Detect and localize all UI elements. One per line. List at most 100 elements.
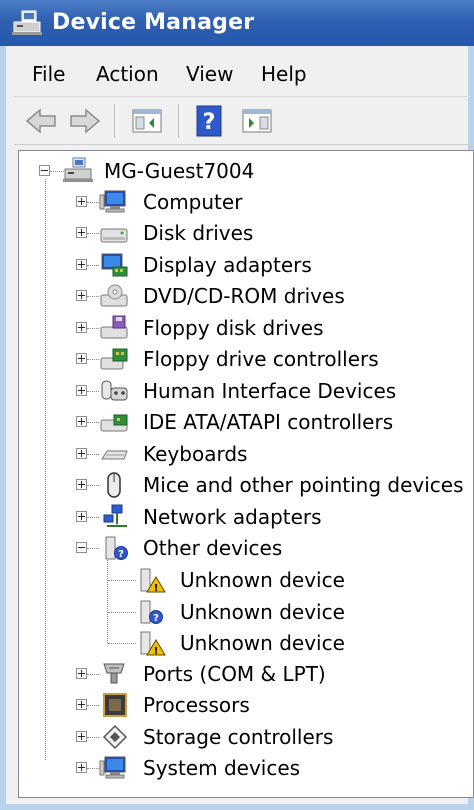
disk-drive-icon (100, 228, 128, 243)
expand-toggle-storage-controllers[interactable] (76, 731, 87, 742)
tree-item-display-adapters[interactable]: Display adapters (143, 253, 312, 277)
mouse-icon (107, 472, 121, 498)
tree-connector (87, 328, 99, 329)
expand-toggle-ports[interactable] (76, 668, 87, 679)
tree-connector (87, 233, 99, 234)
tree-item-unknown-device[interactable]: Unknown device (180, 600, 345, 624)
title-bar[interactable]: Device Manager (0, 0, 474, 46)
expand-toggle-system-devices[interactable] (76, 762, 87, 773)
tree-connector (87, 517, 99, 518)
tree-item-unknown-device[interactable]: Unknown device (180, 631, 345, 655)
root-collapse-toggle[interactable] (39, 165, 50, 176)
toolbar-separator (178, 104, 182, 138)
svg-text:!: ! (154, 583, 159, 593)
tree-connector (87, 485, 99, 486)
network-adapter-icon (103, 504, 127, 527)
tree-connector (45, 179, 46, 760)
unknown-device-warning-icon: ! (140, 631, 166, 656)
tree-item-floppy-disk-drives[interactable]: Floppy disk drives (143, 316, 324, 340)
tree-item-mice-and-pointing-devices[interactable]: Mice and other pointing devices (143, 473, 464, 497)
tree-item-ide-ata-atapi-controllers[interactable]: IDE ATA/ATAPI controllers (143, 410, 393, 434)
display-adapter-icon (101, 253, 128, 277)
ide-controller-icon (100, 414, 128, 432)
hid-icon (101, 380, 128, 401)
tree-connector (87, 768, 99, 769)
tree-connector (87, 296, 99, 297)
storage-controller-icon (102, 724, 128, 750)
svg-text:!: ! (154, 646, 159, 656)
menu-file[interactable]: File (28, 60, 69, 88)
menu-view[interactable]: View (182, 60, 237, 88)
tree-item-ports-com-lpt[interactable]: Ports (COM & LPT) (143, 662, 326, 686)
computer-icon (99, 190, 126, 213)
svg-text:?: ? (153, 613, 159, 624)
toolbar-separator (114, 104, 118, 138)
floppy-controller-icon (100, 348, 128, 370)
tree-connector (87, 391, 99, 392)
expand-toggle-floppy-disk-drives[interactable] (76, 322, 87, 333)
menu-help[interactable]: Help (257, 60, 311, 88)
tree-item-disk-drives[interactable]: Disk drives (143, 221, 253, 245)
tree-connector (87, 454, 99, 455)
processor-icon (103, 693, 127, 717)
tree-item-human-interface-devices[interactable]: Human Interface Devices (143, 379, 396, 403)
expand-toggle-disk-drives[interactable] (76, 227, 87, 238)
unknown-device-question-icon: ? (140, 600, 163, 624)
tree-connector (87, 202, 99, 203)
svg-text:?: ? (118, 549, 124, 560)
tree-root-label[interactable]: MG-Guest7004 (104, 159, 254, 183)
collapse-toggle-other-devices[interactable] (76, 542, 87, 553)
help-icon[interactable]: ? (192, 104, 226, 138)
show-hide-console-tree-icon[interactable] (130, 104, 164, 138)
tree-item-dvd-cd-rom-drives[interactable]: DVD/CD-ROM drives (143, 284, 345, 308)
tree-item-processors[interactable]: Processors (143, 693, 250, 717)
menu-action[interactable]: Action (92, 60, 163, 88)
expand-toggle-mice[interactable] (76, 479, 87, 490)
menu-bar: File Action View Help (14, 52, 470, 97)
expand-toggle-floppy-controllers[interactable] (76, 353, 87, 364)
action-pane-icon[interactable] (240, 104, 274, 138)
tree-item-keyboards[interactable]: Keyboards (143, 442, 247, 466)
tree-connector (87, 737, 99, 738)
device-manager-app-icon (12, 10, 42, 35)
tree-connector (87, 359, 99, 360)
tree-item-computer[interactable]: Computer (143, 190, 242, 214)
expand-toggle-keyboards[interactable] (76, 448, 87, 459)
tree-item-system-devices[interactable]: System devices (143, 756, 300, 780)
tree-item-floppy-drive-controllers[interactable]: Floppy drive controllers (143, 347, 379, 371)
window-title: Device Manager (52, 10, 255, 35)
tree-connector (108, 612, 136, 613)
forward-arrow-icon[interactable] (68, 104, 102, 138)
tree-item-other-devices[interactable]: Other devices (143, 536, 282, 560)
expand-toggle-processors[interactable] (76, 699, 87, 710)
tree-connector (87, 548, 99, 549)
tree-item-unknown-device[interactable]: Unknown device (180, 568, 345, 592)
dvd-drive-icon (100, 284, 128, 307)
tree-connector (50, 171, 64, 172)
floppy-drive-icon (100, 315, 128, 339)
tree-connector (107, 558, 108, 643)
expand-toggle-dvd-drives[interactable] (76, 290, 87, 301)
expand-toggle-network-adapters[interactable] (76, 511, 87, 522)
expand-toggle-display-adapters[interactable] (76, 259, 87, 270)
tree-connector (87, 265, 99, 266)
computer-network-icon (63, 157, 93, 182)
expand-toggle-ide-controllers[interactable] (76, 416, 87, 427)
device-manager-window: Device Manager File Action View Help ? M… (0, 0, 474, 810)
toolbar: ? (14, 98, 470, 145)
keyboard-icon (101, 450, 128, 460)
help-glyph: ? (203, 110, 216, 135)
tree-connector (87, 674, 99, 675)
tree-connector (87, 705, 99, 706)
device-tree: MG-Guest7004 Computer Disk drives Displa… (18, 150, 474, 798)
expand-toggle-computer[interactable] (76, 196, 87, 207)
tree-item-storage-controllers[interactable]: Storage controllers (143, 725, 333, 749)
tree-item-network-adapters[interactable]: Network adapters (143, 505, 322, 529)
expand-toggle-hid[interactable] (76, 385, 87, 396)
tree-connector (108, 643, 136, 644)
system-devices-icon (99, 756, 126, 779)
tree-connector (108, 580, 136, 581)
ports-icon (103, 663, 125, 684)
back-arrow-icon[interactable] (24, 104, 58, 138)
unknown-device-warning-icon: ! (140, 568, 166, 593)
